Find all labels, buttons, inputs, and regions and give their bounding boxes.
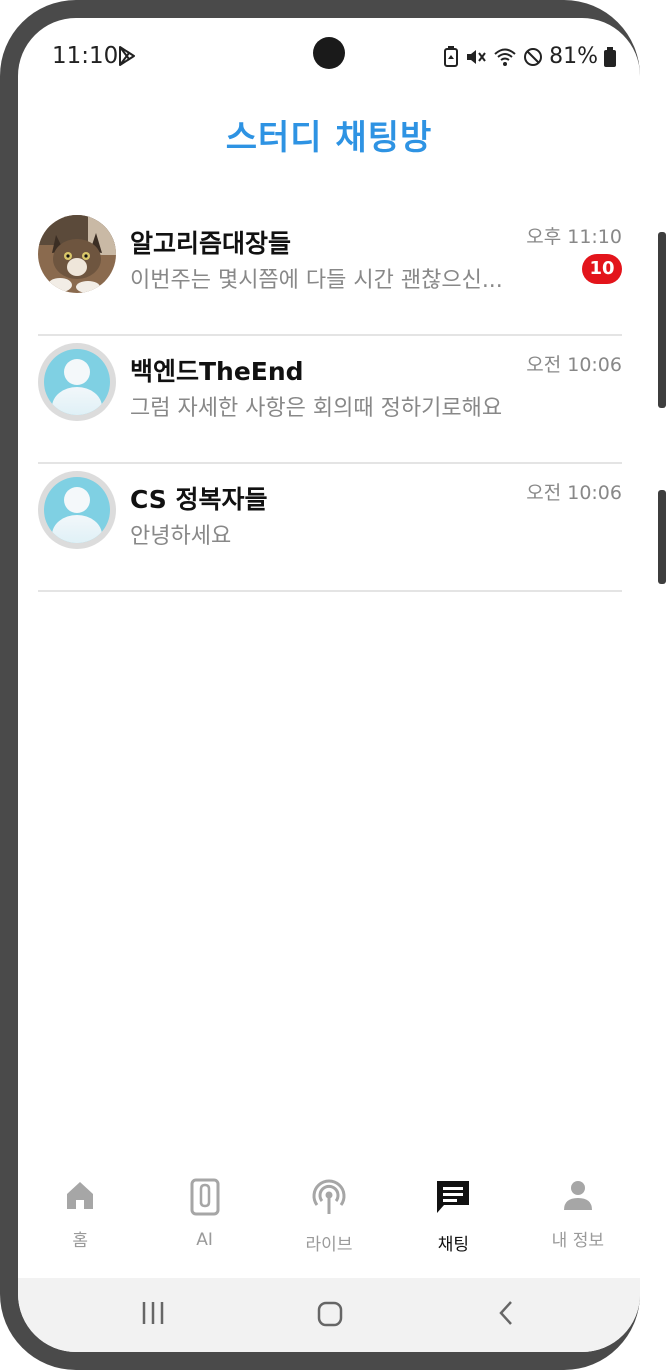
default-avatar-icon xyxy=(38,471,116,549)
status-bar: 11:10 81% xyxy=(18,18,640,98)
clip-icon xyxy=(190,1178,220,1216)
volume-button xyxy=(658,232,666,408)
system-navigation-bar xyxy=(18,1278,640,1352)
battery-saver-icon xyxy=(443,45,459,68)
chat-room-name: 알고리즘대장들 xyxy=(130,229,292,258)
screen: 11:10 81% 스터디 채팅방 알고리즘대장들 이번주는 몇시쯤에 다들 시… xyxy=(18,18,640,1352)
chat-room-item[interactable]: CS 정복자들 안녕하세요 오전 10:06 xyxy=(38,464,622,592)
default-avatar-icon xyxy=(38,343,116,421)
chat-time: 오전 10:06 xyxy=(526,354,622,376)
chat-last-message: 안녕하세요 xyxy=(130,524,232,549)
status-time: 11:10 xyxy=(52,43,119,69)
chat-last-message: 이번주는 몇시쯤에 다들 시간 괜찮으신... xyxy=(130,268,503,293)
chat-room-item[interactable]: 알고리즘대장들 이번주는 몇시쯤에 다들 시간 괜찮으신... 오후 11:10… xyxy=(38,208,622,336)
front-camera xyxy=(313,37,345,69)
chat-list: 알고리즘대장들 이번주는 몇시쯤에 다들 시간 괜찮으신... 오후 11:10… xyxy=(38,208,622,592)
nav-ai[interactable]: AI xyxy=(142,1168,266,1278)
unread-badge: 10 xyxy=(582,254,622,284)
wifi-icon xyxy=(493,47,517,67)
home-icon xyxy=(67,1182,94,1209)
cat-photo-icon xyxy=(38,215,116,293)
nav-label: AI xyxy=(196,1230,213,1250)
nav-chat[interactable]: 채팅 xyxy=(391,1168,515,1278)
nav-label: 홈 xyxy=(72,1231,89,1251)
battery-percent: 81% xyxy=(549,44,598,69)
chat-time: 오전 10:06 xyxy=(526,482,622,504)
back-icon[interactable] xyxy=(496,1300,516,1330)
page-title: 스터디 채팅방 xyxy=(225,118,433,158)
nav-live[interactable]: 라이브 xyxy=(267,1168,391,1278)
mute-icon xyxy=(465,47,487,67)
avatar xyxy=(38,215,116,293)
recent-apps-icon[interactable] xyxy=(140,1300,166,1330)
chat-time: 오후 11:10 xyxy=(526,226,622,248)
chat-icon xyxy=(437,1181,470,1213)
home-button-icon[interactable] xyxy=(316,1300,344,1332)
dnd-icon xyxy=(523,47,543,67)
chat-last-message: 그럼 자세한 사항은 회의때 정하기로해요 xyxy=(130,396,503,421)
battery-icon xyxy=(604,46,616,67)
person-icon xyxy=(563,1181,592,1210)
chat-room-name: CS 정복자들 xyxy=(130,485,268,514)
broadcast-icon xyxy=(312,1179,346,1214)
chat-room-name: 백엔드TheEnd xyxy=(130,357,304,386)
play-store-icon xyxy=(118,46,136,70)
bottom-navigation: 홈 AI 라이브 채팅 내 정보 xyxy=(18,1168,640,1278)
nav-home[interactable]: 홈 xyxy=(18,1168,142,1278)
power-button xyxy=(658,490,666,584)
nav-label: 라이브 xyxy=(305,1235,353,1255)
status-icons: 81% xyxy=(443,44,616,69)
nav-profile[interactable]: 내 정보 xyxy=(516,1168,640,1278)
nav-label: 내 정보 xyxy=(551,1231,604,1251)
nav-label: 채팅 xyxy=(437,1235,470,1255)
chat-room-item[interactable]: 백엔드TheEnd 그럼 자세한 사항은 회의때 정하기로해요 오전 10:06 xyxy=(38,336,622,464)
